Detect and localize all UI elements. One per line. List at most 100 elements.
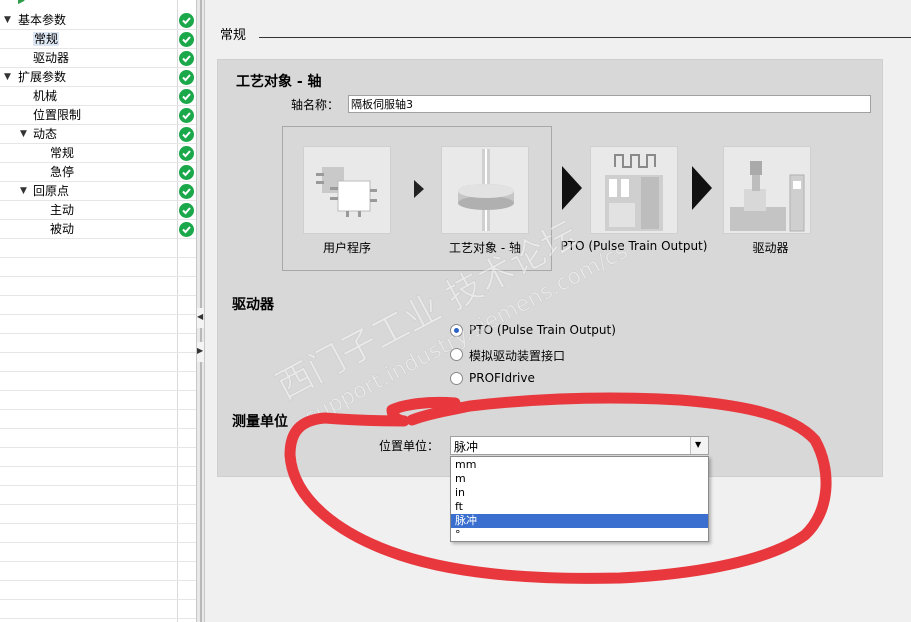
- tree-empty-row: [0, 258, 196, 277]
- tree-toggle-icon[interactable]: ▶: [18, 0, 28, 6]
- axis-name-input[interactable]: [348, 95, 871, 113]
- axis-cylinder-icon: [458, 149, 514, 231]
- tree-empty-row: [0, 410, 196, 429]
- tree-item-emergency-stop[interactable]: 急停: [0, 163, 196, 182]
- tree-empty-row: [0, 581, 196, 600]
- radio-label: 模拟驱动装置接口: [469, 349, 566, 363]
- unit-option-mm[interactable]: mm: [451, 458, 708, 472]
- unit-option-m[interactable]: m: [451, 472, 708, 486]
- motor-drive-icon: [730, 161, 805, 232]
- flow-arrow-small-icon: [414, 180, 424, 198]
- units-heading: 测量单位: [232, 414, 288, 430]
- position-unit-label: 位置单位：: [379, 439, 440, 453]
- tree-empty-row: [0, 334, 196, 353]
- status-ok-icon: [179, 222, 194, 237]
- tree-item-dynamics[interactable]: ▼ 动态: [0, 125, 196, 144]
- unit-option-ft[interactable]: ft: [451, 500, 708, 514]
- status-ok-icon: [179, 108, 194, 123]
- dropdown-button[interactable]: ▼: [690, 437, 708, 454]
- tree-empty-row: [0, 296, 196, 315]
- tree-empty-row: [0, 467, 196, 486]
- status-ok-icon: [179, 146, 194, 161]
- status-ok-icon: [179, 184, 194, 199]
- drive-image: [723, 146, 811, 234]
- tech-object-image: [441, 146, 529, 234]
- status-ok-icon: [179, 127, 194, 142]
- unit-option-in[interactable]: in: [451, 486, 708, 500]
- status-ok-icon: [179, 51, 194, 66]
- tree-item-label: 常规: [50, 146, 75, 160]
- radio-label: PTO (Pulse Train Output): [469, 323, 616, 337]
- user-program-image: [303, 146, 391, 234]
- tree-item-passive-homing[interactable]: 被动: [0, 220, 196, 239]
- status-ok-icon: [179, 89, 194, 104]
- panel-splitter[interactable]: ◀ ▶: [196, 0, 205, 622]
- radio-label: PROFIdrive: [469, 371, 535, 385]
- position-unit-select[interactable]: 脉冲 ▼: [450, 436, 709, 455]
- tree-empty-row: [0, 391, 196, 410]
- collapse-left-button[interactable]: ◀: [197, 308, 204, 328]
- tree-item-label: 常规: [33, 32, 60, 46]
- tree-item-extended-params[interactable]: ▼ 扩展参数: [0, 68, 196, 87]
- tree-item-mechanics[interactable]: 机械: [0, 87, 196, 106]
- tree-empty-row: [0, 505, 196, 524]
- navigation-tree: ▶ ▼ 基本参数 常规 驱动器 ▼ 扩展参数 机械 位置限制 ▼ 动态 常规 急…: [0, 0, 196, 622]
- tree-item-label: 基本参数: [18, 13, 67, 27]
- expand-right-button[interactable]: ▶: [197, 342, 204, 362]
- tree-item-dynamics-general[interactable]: 常规: [0, 144, 196, 163]
- tree-item-active-homing[interactable]: 主动: [0, 201, 196, 220]
- section-title: 常规: [220, 28, 247, 43]
- tree-item-label: 驱动器: [33, 51, 70, 65]
- tree-empty-row: [0, 277, 196, 296]
- flow-step-label: 驱动器: [752, 241, 789, 255]
- tree-item-position-limits[interactable]: 位置限制: [0, 106, 196, 125]
- tree-item-homing[interactable]: ▼ 回原点: [0, 182, 196, 201]
- tree-empty-row: [0, 562, 196, 581]
- tree-empty-row: [0, 372, 196, 391]
- unit-dropdown-list: mm m in ft 脉冲 °: [450, 456, 709, 542]
- tree-empty-row: [0, 524, 196, 543]
- tree-empty-row: [0, 543, 196, 562]
- arrow-left-icon: ◀: [197, 312, 204, 321]
- tree-empty-row: [0, 600, 196, 619]
- expand-arrow-icon[interactable]: ▼: [4, 15, 11, 25]
- flow-step-label: PTO (Pulse Train Output): [560, 239, 708, 253]
- drive-heading: 驱动器: [232, 297, 274, 313]
- tree-item-label: 位置限制: [33, 108, 82, 122]
- tree-item-basic-params[interactable]: ▼ 基本参数: [0, 11, 196, 30]
- tech-object-heading: 工艺对象 - 轴: [236, 74, 322, 90]
- radio-button[interactable]: [450, 324, 463, 337]
- pulse-train-icon: [605, 154, 663, 231]
- expand-arrow-icon[interactable]: ▼: [20, 186, 27, 196]
- radio-button[interactable]: [450, 348, 463, 361]
- status-ok-icon: [179, 70, 194, 85]
- tree-item-label: 主动: [50, 203, 75, 217]
- tree-empty-row: [0, 353, 196, 372]
- tree-item-label: 动态: [33, 127, 58, 141]
- flow-arrow-large-icon: [562, 166, 582, 210]
- expand-arrow-icon[interactable]: ▼: [20, 129, 27, 139]
- status-ok-icon: [179, 13, 194, 28]
- tree-item-drive[interactable]: 驱动器: [0, 49, 196, 68]
- expand-arrow-icon[interactable]: ▼: [4, 72, 11, 82]
- tree-item-label: 机械: [33, 89, 58, 103]
- status-ok-icon: [179, 203, 194, 218]
- tree-item-label: 回原点: [33, 184, 70, 198]
- tree-item-general[interactable]: 常规: [0, 30, 196, 49]
- radio-button[interactable]: [450, 372, 463, 385]
- tree-empty-row: [0, 429, 196, 448]
- tree-empty-row: [0, 239, 196, 258]
- unit-option-pulse[interactable]: 脉冲: [451, 514, 708, 528]
- status-ok-icon: [179, 165, 194, 180]
- flow-step-label: 用户程序: [322, 241, 371, 255]
- chip-icon: [316, 167, 377, 217]
- section-divider: [259, 37, 911, 38]
- pto-image: [590, 146, 678, 234]
- tree-item-label: 急停: [50, 165, 75, 179]
- selected-unit: 脉冲: [454, 440, 479, 454]
- flow-step-label: 工艺对象 - 轴: [449, 241, 521, 255]
- tree-empty-row: [0, 315, 196, 334]
- unit-option-degree[interactable]: °: [451, 528, 708, 542]
- tree-item-label: 被动: [50, 222, 75, 236]
- status-ok-icon: [179, 32, 194, 47]
